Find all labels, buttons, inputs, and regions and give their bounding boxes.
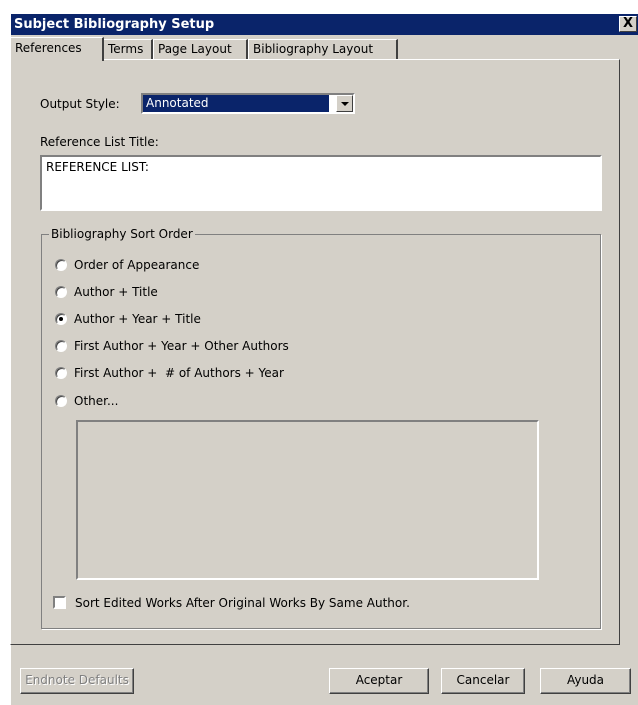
radio-label: Other...	[74, 394, 119, 408]
chevron-down-icon	[341, 102, 349, 106]
close-icon: X	[622, 16, 634, 31]
reference-list-title-input[interactable]: REFERENCE LIST:	[40, 155, 602, 211]
radio-button-icon[interactable]	[55, 340, 67, 352]
radio-button-icon[interactable]	[55, 313, 67, 325]
radio-button-icon[interactable]	[55, 286, 67, 298]
reference-list-title-label: Reference List Title:	[40, 135, 159, 149]
cancel-button[interactable]: Cancelar	[441, 668, 525, 694]
output-style-dropdown[interactable]: Annotated	[141, 93, 355, 114]
output-style-label: Output Style:	[40, 97, 120, 111]
endnote-defaults-button[interactable]: Endnote Defaults	[20, 668, 134, 694]
radio-label: Author + Title	[74, 285, 158, 299]
radio-selected-dot	[59, 317, 63, 321]
output-style-value: Annotated	[143, 95, 329, 112]
dropdown-button[interactable]	[336, 95, 353, 112]
title-bar[interactable]: Subject Bibliography Setup X	[11, 14, 638, 35]
radio-button-icon[interactable]	[55, 367, 67, 379]
tab-bibliography-layout[interactable]: Bibliography Layout	[248, 39, 398, 59]
tab-page-layout[interactable]: Page Layout	[153, 39, 248, 59]
sort-edited-works-checkbox[interactable]	[53, 596, 66, 609]
close-button[interactable]: X	[619, 16, 637, 32]
radio-label: First Author + Year + Other Authors	[74, 339, 289, 353]
sort-edited-works-label: Sort Edited Works After Original Works B…	[75, 596, 410, 610]
ok-button[interactable]: Aceptar	[329, 668, 429, 694]
radio-label: Order of Appearance	[74, 258, 200, 272]
sort-order-group-title: Bibliography Sort Order	[49, 227, 195, 241]
other-sort-field[interactable]	[76, 420, 539, 580]
tab-references[interactable]: References	[10, 37, 104, 61]
radio-label: Author + Year + Title	[74, 312, 201, 326]
radio-button-icon[interactable]	[55, 395, 67, 407]
tab-terms[interactable]: Terms	[103, 39, 153, 59]
help-button[interactable]: Ayuda	[540, 668, 631, 694]
radio-label: First Author + # of Authors + Year	[74, 366, 284, 380]
window-title: Subject Bibliography Setup	[14, 17, 215, 32]
radio-button-icon[interactable]	[55, 259, 67, 271]
